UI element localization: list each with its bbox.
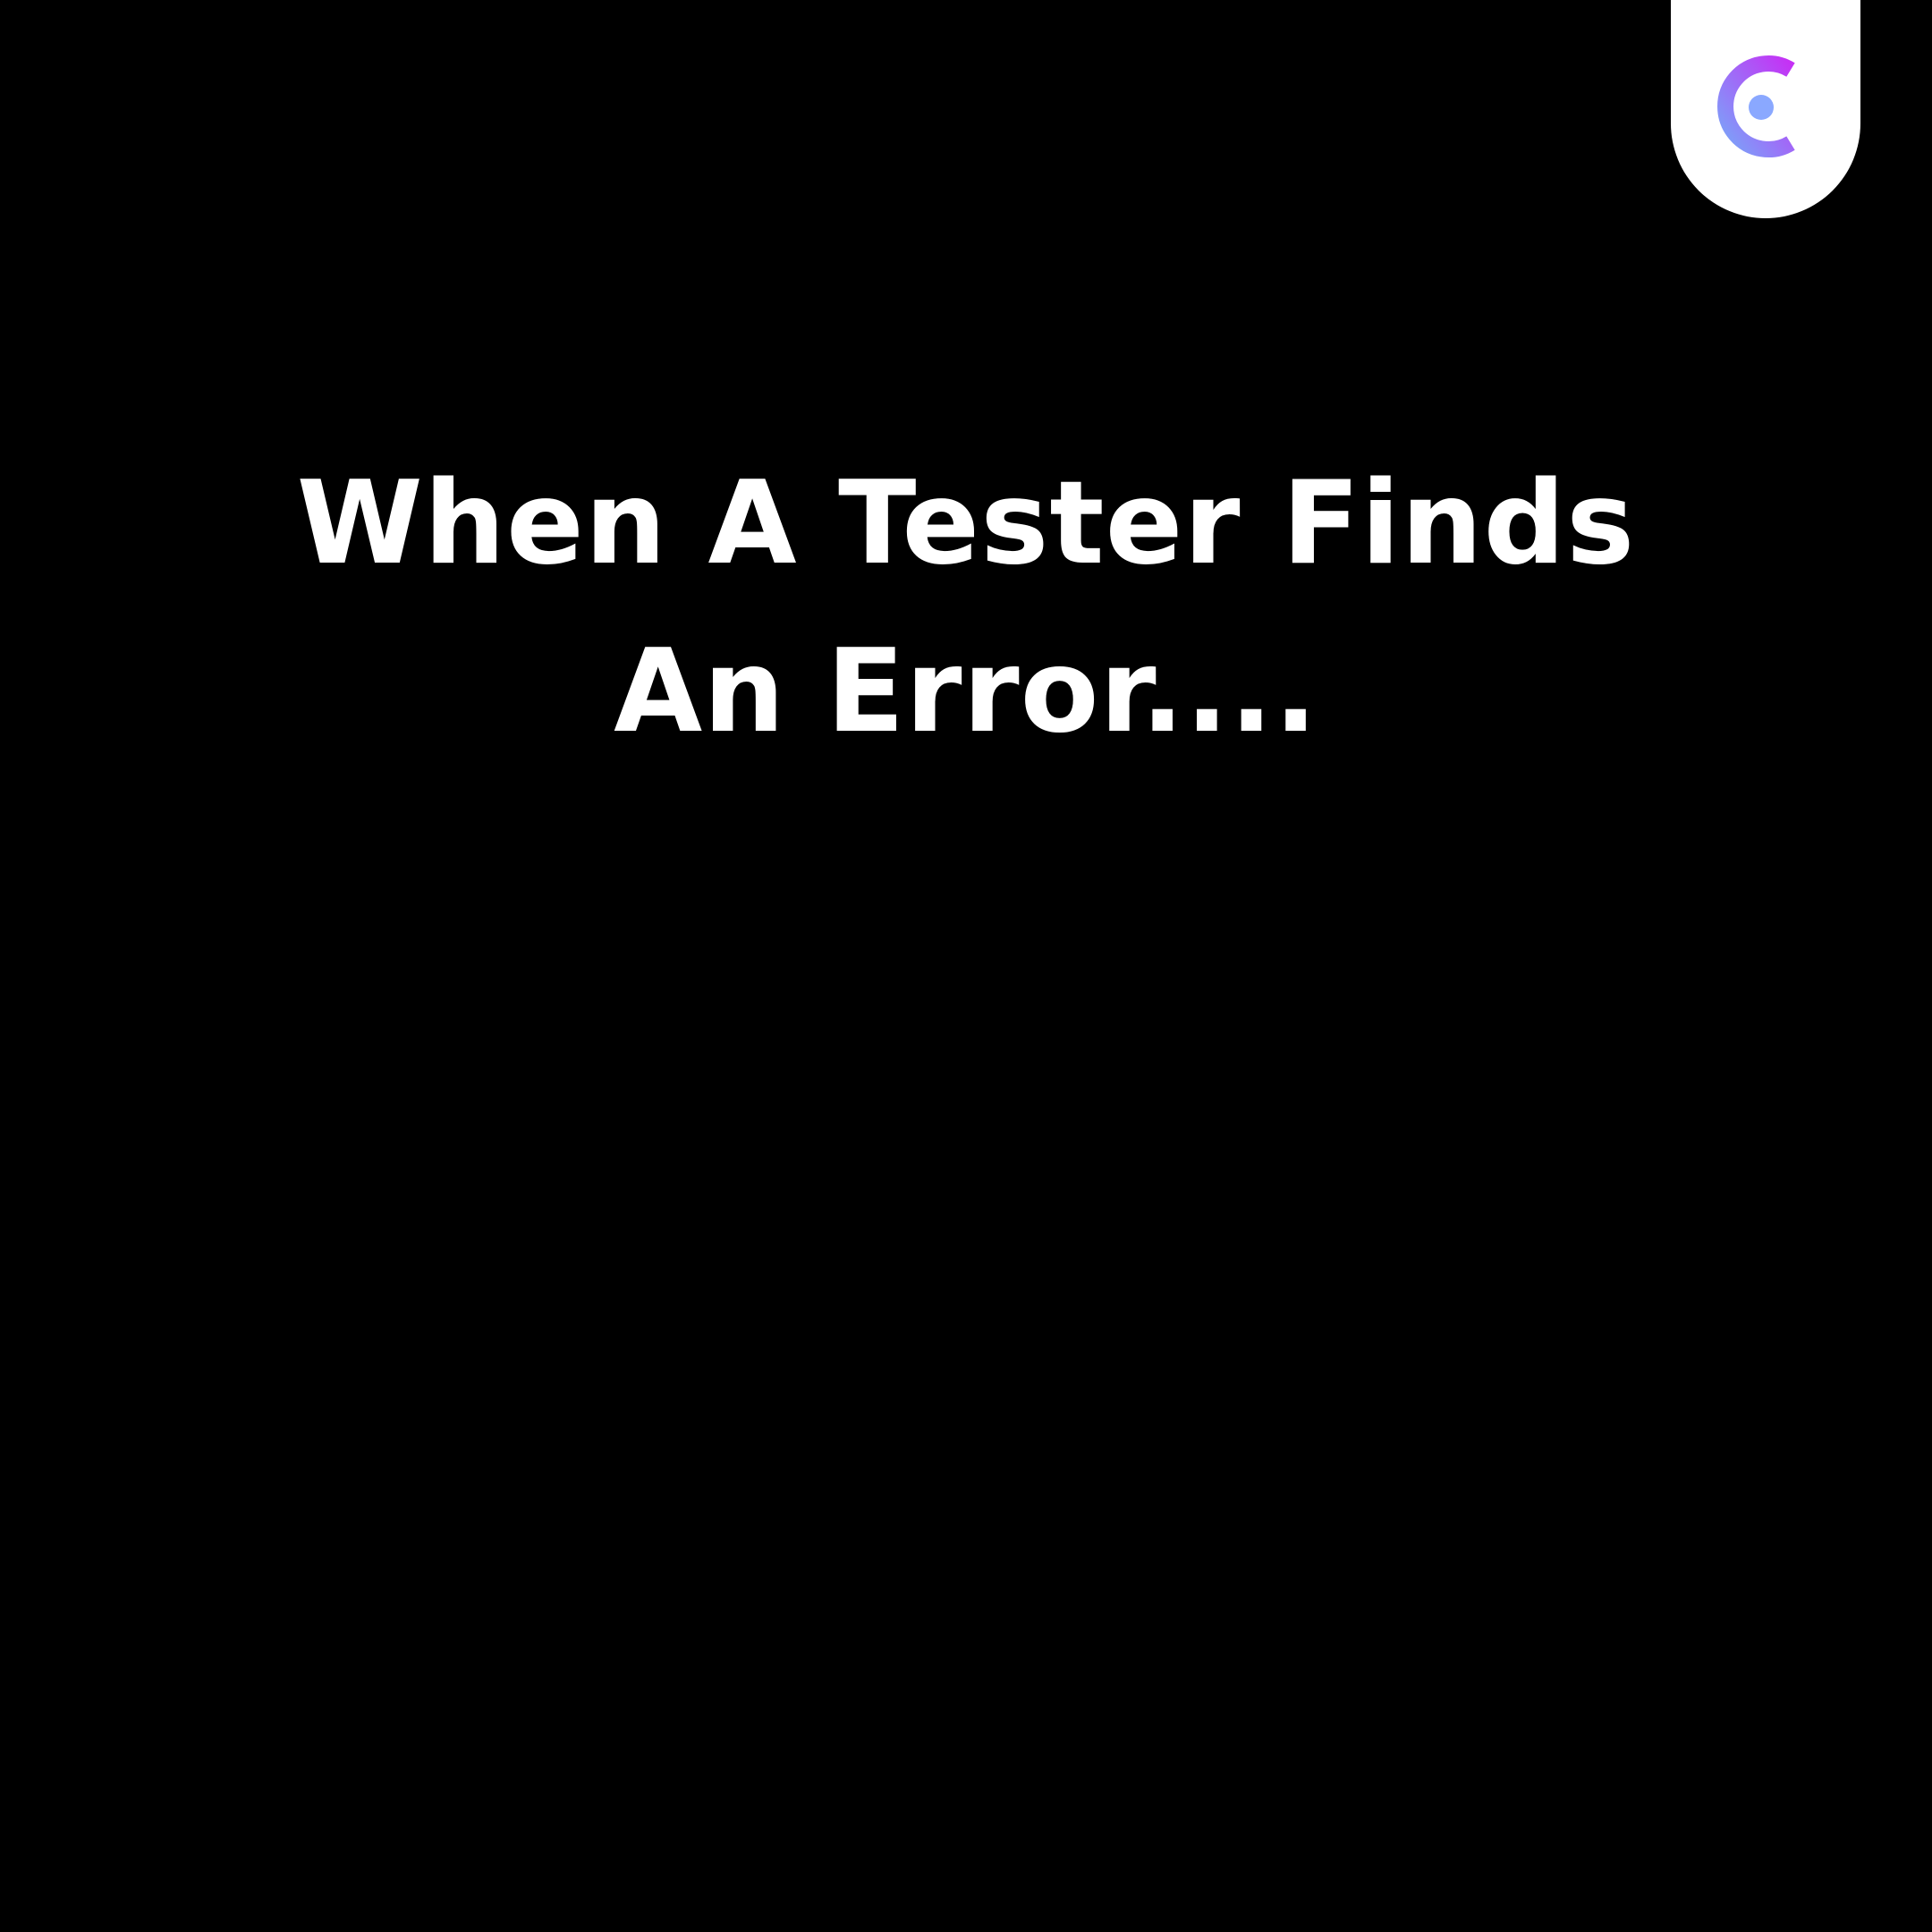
headline-line-2: An Error.... [614,625,1318,758]
c-logo-icon [1717,55,1795,157]
headline: When A Tester Finds An Error.... [161,440,1771,776]
headline-line-1: When A Tester Finds [296,457,1636,590]
logo-tab [1671,0,1860,218]
logo-dot [1749,95,1774,120]
